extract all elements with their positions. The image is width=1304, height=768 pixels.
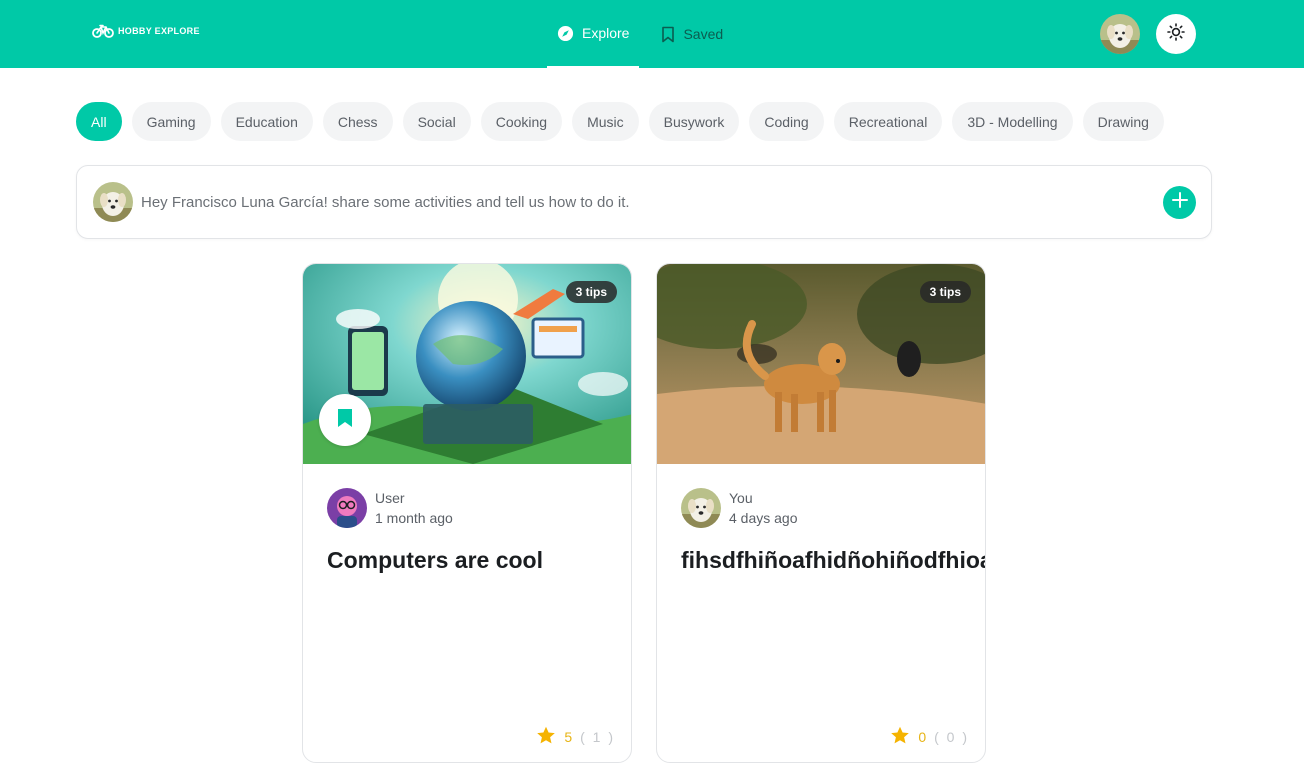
category-chip-cooking[interactable]: Cooking: [480, 102, 563, 141]
activity-card[interactable]: 3 tips User 1 month ago Computers are co…: [302, 263, 632, 763]
card-image: 3 tips: [657, 264, 985, 464]
category-chip-3d-modelling[interactable]: 3D - Modelling: [952, 102, 1073, 141]
theme-toggle-button[interactable]: [1156, 14, 1196, 54]
star-icon: [536, 726, 556, 748]
card-author: User 1 month ago: [327, 488, 453, 528]
card-rating: 0 ( 0 ): [890, 726, 969, 748]
category-chip-busywork[interactable]: Busywork: [648, 102, 740, 141]
category-chip-gaming[interactable]: Gaming: [131, 102, 211, 141]
top-navbar: HOBBY EXPLORE Explore Saved: [0, 0, 1304, 68]
sun-icon: [1167, 22, 1185, 46]
rating-count: ( 1 ): [580, 729, 615, 745]
profile-avatar[interactable]: [1100, 14, 1140, 54]
post-time: 4 days ago: [729, 510, 798, 526]
tips-badge: 3 tips: [565, 281, 617, 303]
logo-text: HOBBY EXPLORE: [118, 26, 200, 36]
tab-saved[interactable]: Saved: [651, 0, 733, 68]
category-chip-all[interactable]: All: [76, 102, 122, 141]
card-author: You 4 days ago: [681, 488, 798, 528]
author-avatar: [681, 488, 721, 528]
category-chip-education[interactable]: Education: [220, 102, 313, 141]
tab-explore-label: Explore: [582, 25, 630, 41]
category-chip-social[interactable]: Social: [402, 102, 471, 141]
bookmark-icon: [661, 26, 675, 43]
category-filter: All Gaming Education Chess Social Cookin…: [76, 102, 1164, 141]
author-avatar: [327, 488, 367, 528]
main-nav: Explore Saved: [547, 0, 733, 68]
card-title[interactable]: fihsdfhiñoafhidñohiñodfhioa: [681, 547, 985, 574]
post-time: 1 month ago: [375, 510, 453, 526]
plus-icon: [1171, 191, 1189, 214]
category-chip-coding[interactable]: Coding: [749, 102, 824, 141]
bicycle-icon: [92, 24, 114, 38]
rating-score: 0: [918, 729, 927, 745]
category-chip-music[interactable]: Music: [572, 102, 639, 141]
create-activity-composer[interactable]: Hey Francisco Luna García! share some ac…: [76, 165, 1212, 239]
composer-avatar: [93, 182, 133, 222]
tab-saved-label: Saved: [683, 26, 724, 42]
star-icon: [890, 726, 910, 748]
tips-badge: 3 tips: [919, 281, 971, 303]
category-chip-chess[interactable]: Chess: [322, 102, 393, 141]
card-title[interactable]: Computers are cool: [327, 547, 631, 574]
category-chip-recreational[interactable]: Recreational: [833, 102, 943, 141]
composer-prompt[interactable]: Hey Francisco Luna García! share some ac…: [141, 194, 630, 211]
compass-icon: [557, 25, 574, 42]
save-bookmark-button[interactable]: [319, 394, 371, 446]
card-rating: 5 ( 1 ): [536, 726, 615, 748]
tab-explore[interactable]: Explore: [547, 0, 640, 68]
rating-score: 5: [564, 729, 573, 745]
rating-count: ( 0 ): [934, 729, 969, 745]
app-logo[interactable]: HOBBY EXPLORE: [92, 24, 200, 38]
author-name: You: [729, 490, 753, 506]
category-chip-drawing[interactable]: Drawing: [1082, 102, 1164, 141]
author-name: User: [375, 490, 405, 506]
card-image: 3 tips: [303, 264, 631, 464]
add-activity-button[interactable]: [1163, 186, 1196, 219]
activity-card[interactable]: 3 tips You 4 days ago fihsdfhiñoafhidñoh…: [656, 263, 986, 763]
bookmark-filled-icon: [337, 408, 353, 433]
